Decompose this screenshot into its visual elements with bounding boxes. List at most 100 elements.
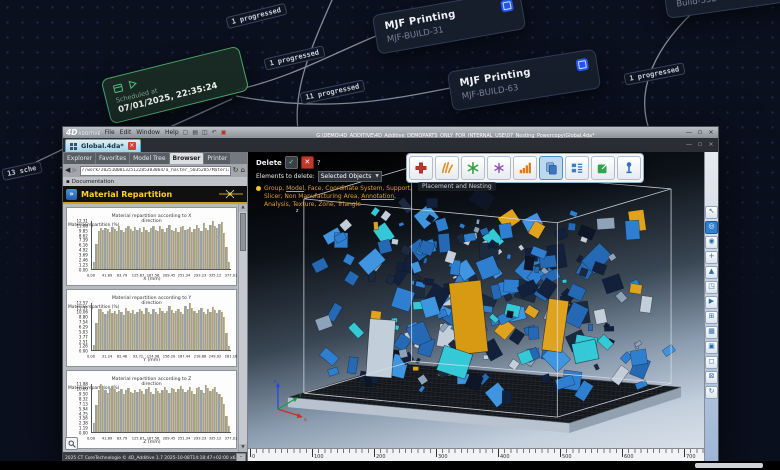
y-tick-label: 3.69 xyxy=(79,252,88,258)
doc-close-button[interactable]: × xyxy=(707,141,715,148)
ruler-label: 200 xyxy=(376,454,386,460)
cubes-icon[interactable]: ▦ xyxy=(705,326,718,339)
confirm-button[interactable]: ✓ xyxy=(284,156,298,169)
app-window: 4D ADDITIVE File Edit Window Help ▢ ▤ ◫ … xyxy=(62,126,719,463)
layout-grid-button[interactable] xyxy=(565,156,589,180)
ruler-label: 500 xyxy=(562,454,572,460)
scrollbar-thumb[interactable] xyxy=(240,213,246,251)
close-button[interactable]: × xyxy=(707,129,715,136)
y-tick-label: 3.77 xyxy=(79,334,88,339)
target-icon[interactable]: ◎ xyxy=(705,221,718,234)
back-button[interactable]: ◀ xyxy=(65,167,70,174)
tab-close-icon[interactable]: × xyxy=(127,142,136,150)
box-export-icon[interactable]: ◳ xyxy=(705,281,718,294)
refresh-icon[interactable]: ↻ xyxy=(233,167,239,174)
horizontal-scrollbar[interactable] xyxy=(695,463,763,468)
y-tick-label: 5.94 xyxy=(79,406,88,411)
box-icon xyxy=(113,83,124,94)
document-tab[interactable]: Global.4da* × xyxy=(65,139,141,152)
maximize-button[interactable]: ▫ xyxy=(696,129,704,136)
shapes-icon[interactable]: ▲ xyxy=(705,266,718,279)
rotate-icon[interactable]: ↻ xyxy=(705,386,718,399)
tab-browser[interactable]: Browser xyxy=(169,153,204,164)
statistics-bars-button[interactable] xyxy=(513,156,537,180)
document-tab-bar: Global.4da* × — ▫ × xyxy=(63,138,718,152)
menu-window[interactable]: Window xyxy=(136,129,160,136)
y-tick-label: 7.54 xyxy=(79,319,88,325)
group-icon[interactable]: ▣ xyxy=(705,341,718,354)
ruler-label: 400 xyxy=(500,454,510,460)
viewport-toolbar xyxy=(406,153,644,183)
y-tick-label: 12.31 xyxy=(76,218,88,224)
menu-help[interactable]: Help xyxy=(165,129,179,136)
save-icon[interactable]: ◫ xyxy=(202,129,208,136)
move-icon[interactable]: + xyxy=(705,251,718,264)
scroll-up-icon[interactable]: ▲ xyxy=(239,204,247,212)
nesting-green-button[interactable] xyxy=(461,156,485,180)
stage: Scheduled at 07/01/2025, 22:35:24 MJF Pr… xyxy=(0,0,780,470)
ruler-label: 100 xyxy=(314,454,324,460)
placement-nesting-button[interactable] xyxy=(539,156,563,180)
play-icon[interactable]: ▶ xyxy=(705,296,718,309)
tab-model-tree[interactable]: Model Tree xyxy=(130,153,169,164)
delete-box-icon[interactable]: ⊠ xyxy=(705,371,718,384)
menu-bar: File Edit Window Help xyxy=(105,129,179,136)
ruler-label: 0 xyxy=(252,454,256,460)
title-bar[interactable]: 4D ADDITIVE File Edit Window Help ▢ ▤ ◫ … xyxy=(63,127,718,138)
axis-glyph-icon xyxy=(219,189,243,199)
doc-maximize-button[interactable]: ▫ xyxy=(696,141,704,148)
undo-icon[interactable]: ↶ xyxy=(212,129,217,136)
record-icon[interactable]: ◉ xyxy=(705,236,718,249)
elements-to-delete-label: Elements to delete: xyxy=(256,173,315,180)
print-icon[interactable]: ▣ xyxy=(221,129,227,136)
panel-tab-strip: Explorer Favorites Model Tree Browser Pr… xyxy=(63,152,247,164)
charts-scrollbar[interactable]: ▲ ▼ xyxy=(238,204,247,452)
menu-edit[interactable]: Edit xyxy=(120,129,132,136)
documentation-link[interactable]: ▪ Documentation xyxy=(63,177,247,186)
open-icon[interactable]: ▤ xyxy=(192,129,198,136)
cursor-icon[interactable]: ↖ xyxy=(705,206,718,219)
report-header: » Material Repartition xyxy=(63,186,247,204)
hint-bullet-icon xyxy=(256,186,261,191)
y-tick-label: 7.13 xyxy=(79,401,88,407)
report-charts-area[interactable]: Material repartition according to X dire… xyxy=(63,204,247,452)
address-input[interactable] xyxy=(79,165,231,176)
forward-button[interactable]: ▶ xyxy=(72,167,77,174)
compare-icon[interactable]: ▢ xyxy=(183,129,189,136)
nesting-purple-button[interactable] xyxy=(487,156,511,180)
chart-x-direction: Material repartition according to X dire… xyxy=(66,207,237,286)
minimize-button[interactable]: — xyxy=(685,129,693,136)
ruler-label: 300 xyxy=(438,454,448,460)
home-icon[interactable]: ⌂ xyxy=(241,167,245,174)
elements-dropdown[interactable]: Selected Objects ▼ xyxy=(317,171,382,182)
z-dimension-label: z xyxy=(296,208,299,214)
document-grid-icon xyxy=(70,142,77,150)
doc-minimize-button[interactable]: — xyxy=(685,141,693,148)
y-tick-label: 9.50 xyxy=(79,391,88,397)
viewport-3d[interactable]: z z y x Placement and Nesting Delete ✓ ✕… xyxy=(248,152,704,448)
scroll-down-icon[interactable]: ▼ xyxy=(239,444,247,452)
ruler-label: 600 xyxy=(624,454,634,460)
document-tab-label: Global.4da* xyxy=(81,142,124,150)
machine-badge-icon xyxy=(500,0,514,13)
toolbar-tooltip: Placement and Nesting xyxy=(418,182,496,191)
delete-label: Delete xyxy=(256,158,282,167)
export-button[interactable] xyxy=(591,156,615,180)
svg-text:y: y xyxy=(299,392,302,398)
hand-tool-button[interactable] xyxy=(435,156,459,180)
right-tool-strip: ↖ ◎ ◉ + ▲ ◳ ▶ ⊞ ▦ ▣ ◻ ⊠ ↻ xyxy=(704,152,718,462)
pin-button[interactable] xyxy=(617,156,641,180)
frame-icon[interactable]: ◻ xyxy=(705,356,718,369)
menu-file[interactable]: File xyxy=(105,129,115,136)
help-icon[interactable]: ? xyxy=(317,159,321,167)
y-tick-label: 8.32 xyxy=(79,396,88,402)
magnifier-button[interactable] xyxy=(65,437,78,450)
grid-icon[interactable]: ⊞ xyxy=(705,311,718,324)
chart-y-direction: Material repartition according to Y dire… xyxy=(66,288,237,368)
cancel-button[interactable]: ✕ xyxy=(300,156,314,169)
tab-favorites[interactable]: Favorites xyxy=(95,153,130,164)
browser-panel: Explorer Favorites Model Tree Browser Pr… xyxy=(63,152,248,462)
tab-explorer[interactable]: Explorer xyxy=(64,153,95,164)
svg-text:x: x xyxy=(304,417,307,423)
tab-printer[interactable]: Printer xyxy=(204,153,231,164)
